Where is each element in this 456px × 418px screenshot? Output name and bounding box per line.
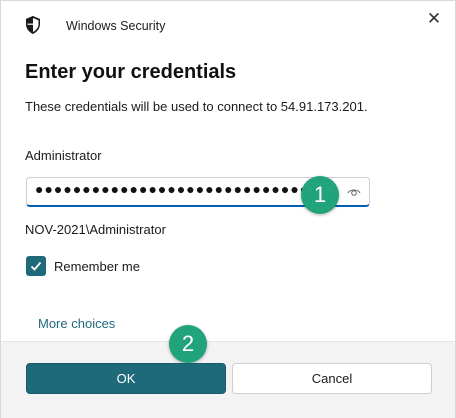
ok-button-label: OK <box>116 371 136 386</box>
credentials-dialog: Windows Security ✕ Enter your credential… <box>0 0 456 418</box>
connection-description: These credentials will be used to connec… <box>25 99 368 114</box>
dialog-content: Windows Security ✕ Enter your credential… <box>1 1 455 341</box>
close-icon: ✕ <box>426 9 442 28</box>
app-title: Windows Security <box>66 19 166 33</box>
eye-icon[interactable] <box>347 185 361 199</box>
shield-icon <box>26 16 40 34</box>
ok-button[interactable]: OK <box>26 363 226 394</box>
step-marker-1: 1 <box>301 176 339 214</box>
remember-me-label[interactable]: Remember me <box>54 259 140 274</box>
password-value: ●●●●●●●●●●●●●●●●●●●●●●●●●●●●●●● <box>35 181 329 197</box>
more-choices-link[interactable]: More choices <box>38 316 115 331</box>
page-title: Enter your credentials <box>25 61 237 83</box>
step-marker-2: 2 <box>169 325 207 363</box>
remember-me-checkbox[interactable] <box>26 256 46 276</box>
cancel-button-label: Cancel <box>311 371 353 386</box>
checkmark-icon <box>30 261 42 271</box>
cancel-button[interactable]: Cancel <box>232 363 432 394</box>
domain-user-label: NOV-2021\Administrator <box>25 222 166 237</box>
username-label: Administrator <box>25 148 102 163</box>
close-button[interactable]: ✕ <box>421 7 447 31</box>
